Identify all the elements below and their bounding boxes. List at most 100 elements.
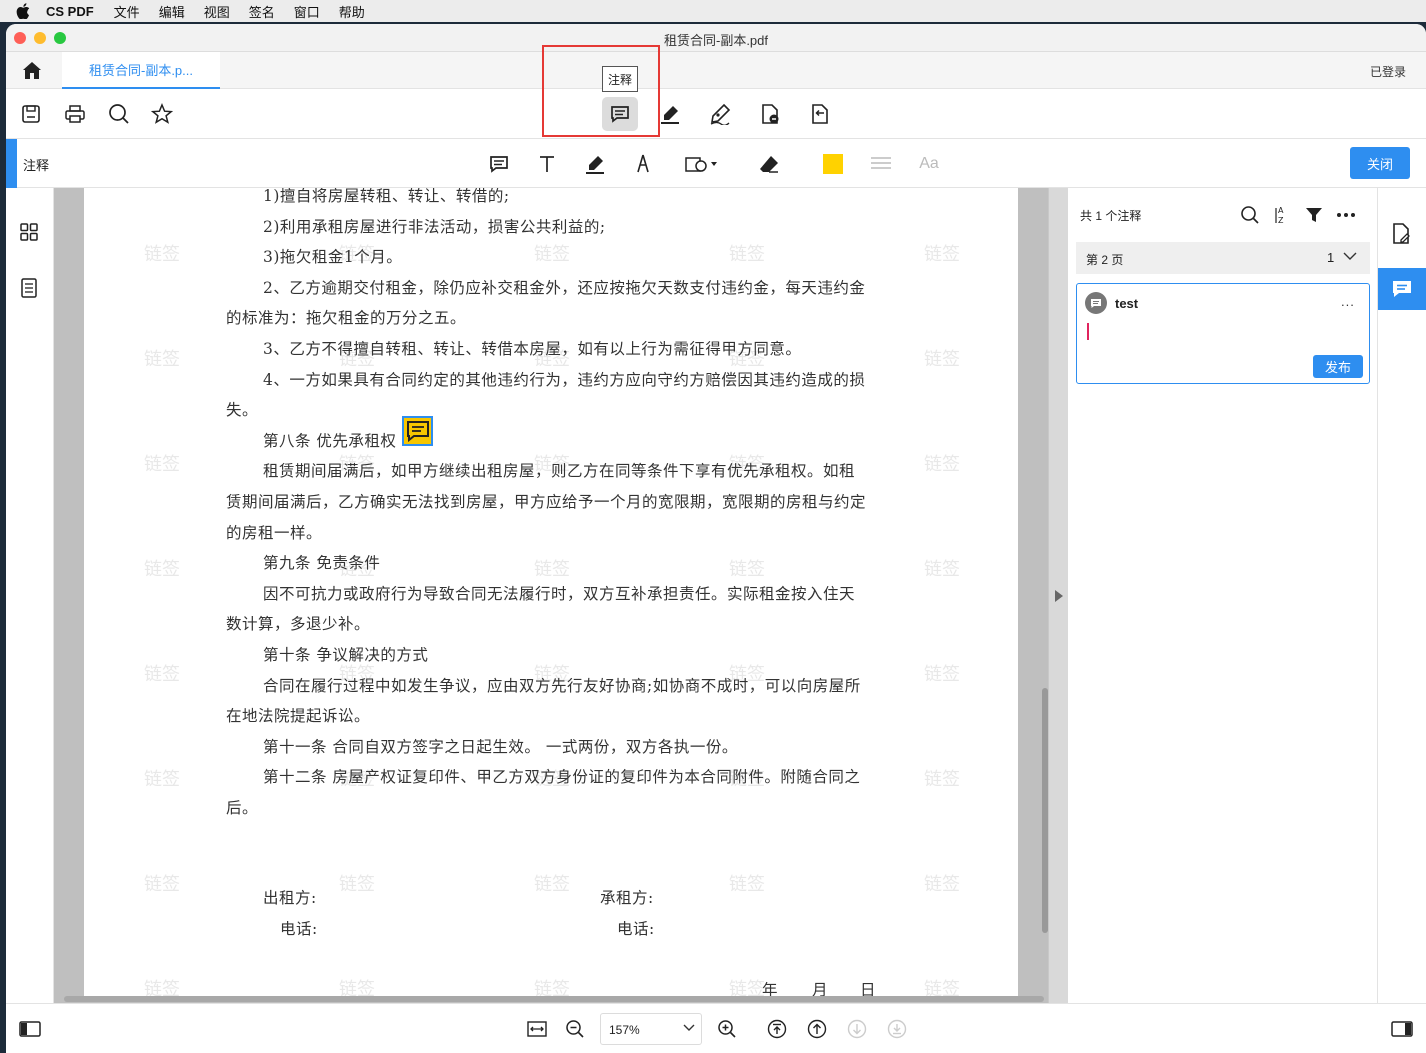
document-properties-icon[interactable] bbox=[1390, 222, 1414, 246]
apple-icon[interactable] bbox=[16, 3, 34, 19]
sticky-note-icon[interactable] bbox=[486, 151, 512, 177]
comments-panel-icon[interactable] bbox=[1378, 268, 1426, 310]
sticky-note-annotation[interactable] bbox=[402, 416, 433, 446]
app-menu[interactable]: CS PDF bbox=[46, 4, 94, 19]
document-viewport[interactable]: 链签 链签 链签 链签 链签 链签 链签 链签 链签 链签 链签 链签 链签 链签 链签 链签 链签 链签 链签 链签… bbox=[54, 188, 1048, 1003]
watermark-text: 链签 bbox=[534, 559, 570, 580]
tab-document[interactable]: 租赁合同-副本.p... bbox=[62, 52, 220, 89]
page-group-count: 1 bbox=[1327, 250, 1335, 265]
comment-avatar bbox=[1085, 292, 1107, 314]
previous-page-icon[interactable] bbox=[806, 1018, 828, 1040]
star-icon[interactable] bbox=[149, 101, 175, 127]
close-annotation-button[interactable]: 关闭 bbox=[1350, 147, 1410, 179]
menu-help[interactable]: 帮助 bbox=[339, 2, 365, 21]
watermark-text: 链签 bbox=[144, 664, 180, 685]
app-window: 租赁合同-副本.pdf 租赁合同-副本.p... 已登录 注释 注释 Aa 关闭… bbox=[6, 24, 1426, 1053]
lessor-phone-label: 电话: bbox=[280, 920, 318, 938]
panel-collapse-handle[interactable] bbox=[1048, 188, 1068, 1003]
next-page-icon[interactable] bbox=[846, 1018, 868, 1040]
menu-window[interactable]: 窗口 bbox=[294, 2, 320, 21]
comment-card[interactable]: test ... 发布 bbox=[1076, 283, 1370, 384]
page-group-label: 第 2 页 bbox=[1086, 253, 1124, 267]
document-line: 后。 bbox=[226, 799, 259, 817]
comment-search-icon[interactable] bbox=[1239, 204, 1261, 226]
line-style-icon[interactable] bbox=[868, 151, 894, 177]
document-line: 第十一条 合同自双方签字之日起生效。 一式两份，双方各执一份。 bbox=[263, 737, 738, 756]
save-icon[interactable] bbox=[18, 101, 44, 127]
color-swatch[interactable] bbox=[820, 151, 846, 177]
watermark-text: 链签 bbox=[339, 874, 375, 895]
document-line: 因不可抗力或政府行为导致合同无法履行时，双方互补承担责任。实际租金按入住天 bbox=[263, 584, 856, 603]
font-style-button[interactable]: Aa bbox=[916, 151, 942, 177]
signature-pen-icon[interactable] bbox=[707, 101, 733, 127]
comment-more-button[interactable]: ... bbox=[1341, 294, 1355, 309]
document-stamp-icon[interactable] bbox=[757, 101, 783, 127]
document-line: 3、乙方不得擅自转租、转让、转借本房屋，如有以上行为需征得甲方同意。 bbox=[263, 340, 802, 358]
watermark-text: 链签 bbox=[729, 874, 765, 895]
zoom-select[interactable]: 157% bbox=[600, 1013, 702, 1045]
first-page-icon[interactable] bbox=[766, 1018, 788, 1040]
menu-file[interactable]: 文件 bbox=[114, 2, 140, 21]
zoom-chevron-icon bbox=[683, 1023, 695, 1033]
main-toolbar bbox=[6, 89, 1426, 139]
publish-button[interactable]: 发布 bbox=[1313, 355, 1363, 378]
thumbnails-icon[interactable] bbox=[19, 222, 41, 244]
svg-text:A: A bbox=[1278, 206, 1284, 215]
zoom-value: 157% bbox=[609, 1023, 640, 1037]
pencil-tool-icon[interactable] bbox=[630, 151, 656, 177]
highlight-tool-icon[interactable] bbox=[582, 151, 608, 177]
window-title: 租赁合同-副本.pdf bbox=[663, 33, 768, 48]
annotation-accent bbox=[6, 139, 17, 188]
eraser-icon[interactable] bbox=[756, 151, 782, 177]
page-group-header[interactable]: 第 2 页 1 bbox=[1076, 242, 1370, 274]
filter-icon[interactable] bbox=[1303, 204, 1325, 226]
pdf-page: 链签 链签 链签 链签 链签 链签 链签 链签 链签 链签 链签 链签 链签 链签 链签 链签 链签 链签 链签 链签… bbox=[84, 188, 1018, 1000]
text-tool-icon[interactable] bbox=[534, 151, 560, 177]
home-icon[interactable] bbox=[22, 61, 42, 80]
watermark-text: 链签 bbox=[144, 454, 180, 475]
print-icon[interactable] bbox=[62, 101, 88, 127]
comment-author: test bbox=[1115, 296, 1139, 311]
menu-sign[interactable]: 签名 bbox=[249, 2, 275, 21]
document-line: 合同在履行过程中如发生争议，应由双方先行友好协商;如协商不成时，可以向房屋所 bbox=[263, 676, 861, 695]
zoom-in-icon[interactable] bbox=[716, 1018, 738, 1040]
comment-text-input[interactable] bbox=[1087, 323, 1089, 340]
document-convert-icon[interactable] bbox=[807, 101, 833, 127]
comment-icon[interactable] bbox=[602, 97, 638, 131]
document-line: 赁期间届满后，乙方确实无法找到房屋，甲方应给予一个月的宽限期，宽限期的房租与约定 bbox=[226, 493, 867, 511]
more-options-icon[interactable] bbox=[1335, 204, 1357, 226]
annotation-toolbar: 注释 Aa 关闭 bbox=[6, 139, 1426, 188]
zoom-out-icon[interactable] bbox=[564, 1018, 586, 1040]
document-line: 3)拖欠租金1个月。 bbox=[263, 248, 403, 267]
lessee-label: 承租方: bbox=[600, 889, 654, 907]
outline-icon[interactable] bbox=[19, 277, 41, 299]
comments-panel: 共 1 个注释 AZ 第 2 页 1 test ... 发布 bbox=[1068, 188, 1378, 1003]
highlighter-icon[interactable] bbox=[657, 101, 683, 127]
shape-tool-icon[interactable] bbox=[682, 151, 722, 177]
menu-view[interactable]: 视图 bbox=[204, 2, 230, 21]
document-line: 2、乙方逾期交付租金，除仍应补交租金外，还应按拖欠天数支付违约金，每天违约金 bbox=[263, 278, 866, 297]
last-page-icon[interactable] bbox=[886, 1018, 908, 1040]
chevron-down-icon[interactable] bbox=[1342, 250, 1358, 262]
login-status[interactable]: 已登录 bbox=[1370, 63, 1406, 80]
document-line: 失。 bbox=[226, 401, 259, 420]
horizontal-scrollbar[interactable] bbox=[64, 996, 1044, 1002]
toggle-right-panel-icon[interactable] bbox=[1391, 1018, 1413, 1040]
sort-az-icon[interactable]: AZ bbox=[1271, 204, 1293, 226]
toggle-left-panel-icon[interactable] bbox=[19, 1018, 41, 1040]
document-line: 第十二条 房屋产权证复印件、甲乙方双方身份证的复印件为本合同附件。附随合同之 bbox=[263, 768, 861, 787]
menu-edit[interactable]: 编辑 bbox=[159, 2, 185, 21]
watermark-text: 链签 bbox=[924, 454, 960, 475]
document-line: 的房租一样。 bbox=[226, 523, 323, 542]
watermark-text: 链签 bbox=[924, 559, 960, 580]
title-bar: 租赁合同-副本.pdf bbox=[6, 24, 1426, 52]
fit-width-icon[interactable] bbox=[526, 1018, 548, 1040]
watermark-text: 链签 bbox=[729, 244, 765, 265]
watermark-text: 链签 bbox=[924, 874, 960, 895]
search-icon[interactable] bbox=[106, 101, 132, 127]
watermark-text: 链签 bbox=[144, 349, 180, 370]
tooltip: 注释 bbox=[602, 66, 638, 92]
document-line: 数计算，多退少补。 bbox=[226, 615, 371, 634]
comment-count: 共 1 个注释 bbox=[1080, 209, 1142, 223]
watermark-text: 链签 bbox=[924, 664, 960, 685]
